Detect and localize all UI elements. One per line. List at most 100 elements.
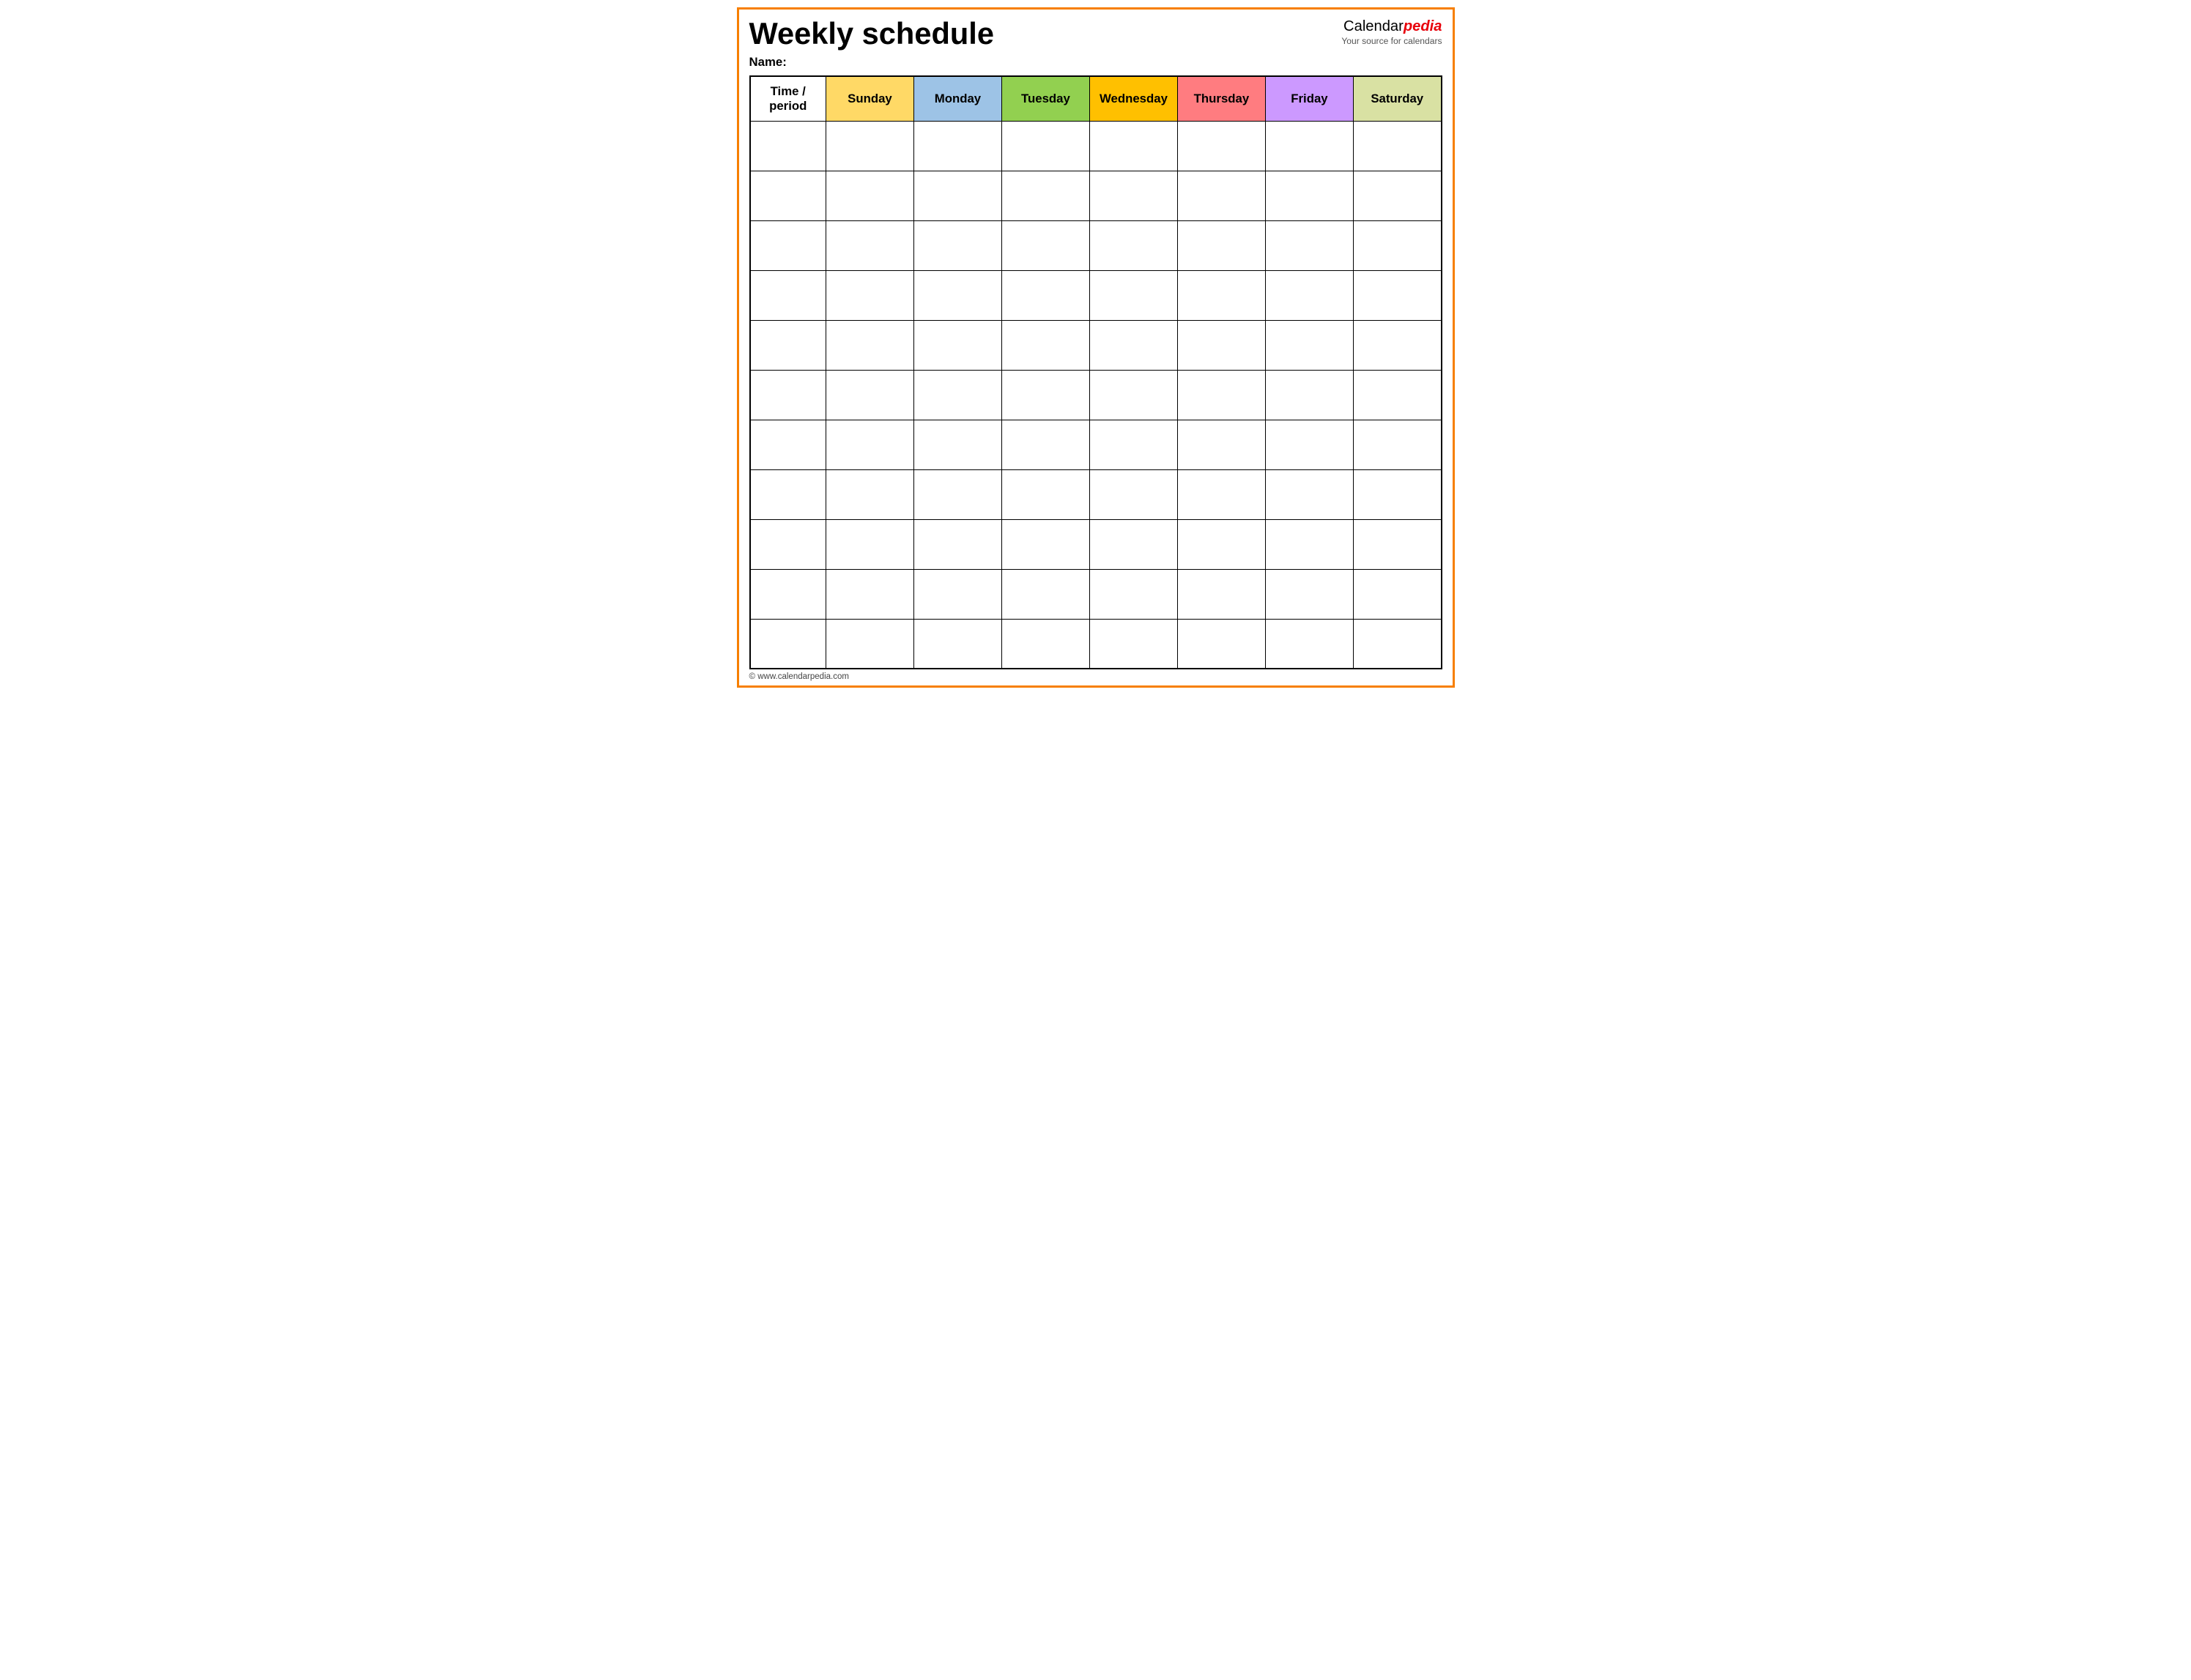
- table-cell[interactable]: [1177, 420, 1265, 469]
- table-cell[interactable]: [913, 519, 1001, 569]
- table-cell[interactable]: [1265, 171, 1353, 220]
- table-cell[interactable]: [1001, 619, 1089, 669]
- table-cell[interactable]: [1353, 619, 1441, 669]
- table-cell[interactable]: [1265, 370, 1353, 420]
- table-cell[interactable]: [1353, 320, 1441, 370]
- table-cell[interactable]: [1001, 569, 1089, 619]
- table-cell[interactable]: [826, 420, 913, 469]
- table-cell[interactable]: [1001, 320, 1089, 370]
- page-title: Weekly schedule: [749, 17, 994, 51]
- table-cell[interactable]: [1265, 220, 1353, 270]
- col-header-time: Time / period: [750, 76, 826, 122]
- table-cell[interactable]: [1177, 121, 1265, 171]
- table-cell[interactable]: [826, 370, 913, 420]
- footer-url: © www.calendarpedia.com: [749, 672, 1442, 681]
- table-cell[interactable]: [1353, 121, 1441, 171]
- table-cell[interactable]: [750, 370, 826, 420]
- table-cell[interactable]: [913, 171, 1001, 220]
- table-cell[interactable]: [826, 569, 913, 619]
- table-cell[interactable]: [1089, 370, 1177, 420]
- table-cell[interactable]: [750, 469, 826, 519]
- table-row: [750, 420, 1442, 469]
- table-cell[interactable]: [1265, 519, 1353, 569]
- table-cell[interactable]: [1089, 320, 1177, 370]
- table-cell[interactable]: [1089, 469, 1177, 519]
- table-cell[interactable]: [1353, 270, 1441, 320]
- table-cell[interactable]: [913, 220, 1001, 270]
- table-cell[interactable]: [826, 220, 913, 270]
- table-cell[interactable]: [913, 569, 1001, 619]
- brand-pedia-text: pedia: [1404, 18, 1442, 34]
- table-cell[interactable]: [1089, 569, 1177, 619]
- table-cell[interactable]: [1177, 569, 1265, 619]
- table-cell[interactable]: [750, 220, 826, 270]
- table-cell[interactable]: [826, 121, 913, 171]
- table-cell[interactable]: [1089, 220, 1177, 270]
- table-cell[interactable]: [750, 519, 826, 569]
- table-cell[interactable]: [1089, 619, 1177, 669]
- table-cell[interactable]: [1089, 420, 1177, 469]
- table-cell[interactable]: [1001, 220, 1089, 270]
- table-cell[interactable]: [1001, 171, 1089, 220]
- table-cell[interactable]: [1001, 469, 1089, 519]
- table-cell[interactable]: [750, 270, 826, 320]
- table-row: [750, 121, 1442, 171]
- table-cell[interactable]: [1177, 519, 1265, 569]
- table-cell[interactable]: [826, 619, 913, 669]
- table-cell[interactable]: [1353, 519, 1441, 569]
- table-cell[interactable]: [1089, 519, 1177, 569]
- table-cell[interactable]: [1265, 320, 1353, 370]
- table-cell[interactable]: [1001, 270, 1089, 320]
- table-cell[interactable]: [1353, 569, 1441, 619]
- table-cell[interactable]: [1001, 420, 1089, 469]
- page-wrapper: Weekly schedule Calendarpedia Your sourc…: [737, 7, 1455, 688]
- table-cell[interactable]: [1177, 469, 1265, 519]
- table-cell[interactable]: [1177, 220, 1265, 270]
- table-cell[interactable]: [1265, 569, 1353, 619]
- table-row: [750, 619, 1442, 669]
- table-cell[interactable]: [750, 320, 826, 370]
- table-cell[interactable]: [1089, 270, 1177, 320]
- table-cell[interactable]: [1089, 171, 1177, 220]
- table-cell[interactable]: [913, 121, 1001, 171]
- table-cell[interactable]: [1265, 469, 1353, 519]
- table-cell[interactable]: [1177, 320, 1265, 370]
- table-cell[interactable]: [1177, 270, 1265, 320]
- name-label: Name:: [749, 55, 1442, 70]
- table-cell[interactable]: [913, 370, 1001, 420]
- table-cell[interactable]: [1265, 121, 1353, 171]
- table-cell[interactable]: [826, 469, 913, 519]
- table-cell[interactable]: [913, 320, 1001, 370]
- table-cell[interactable]: [1177, 370, 1265, 420]
- brand-tagline: Your source for calendars: [1341, 36, 1442, 48]
- table-cell[interactable]: [1265, 619, 1353, 669]
- table-cell[interactable]: [913, 270, 1001, 320]
- table-cell[interactable]: [1089, 121, 1177, 171]
- table-cell[interactable]: [1177, 171, 1265, 220]
- table-cell[interactable]: [826, 171, 913, 220]
- table-cell[interactable]: [750, 569, 826, 619]
- table-cell[interactable]: [1353, 370, 1441, 420]
- table-cell[interactable]: [1001, 519, 1089, 569]
- table-cell[interactable]: [826, 320, 913, 370]
- table-cell[interactable]: [826, 270, 913, 320]
- table-cell[interactable]: [1001, 370, 1089, 420]
- table-cell[interactable]: [1353, 220, 1441, 270]
- table-row: [750, 171, 1442, 220]
- table-cell[interactable]: [826, 519, 913, 569]
- table-cell[interactable]: [1353, 171, 1441, 220]
- table-cell[interactable]: [1177, 619, 1265, 669]
- table-cell[interactable]: [913, 420, 1001, 469]
- table-cell[interactable]: [1265, 420, 1353, 469]
- table-cell[interactable]: [1001, 121, 1089, 171]
- table-cell[interactable]: [750, 420, 826, 469]
- table-cell[interactable]: [1265, 270, 1353, 320]
- table-cell[interactable]: [750, 121, 826, 171]
- table-cell[interactable]: [913, 619, 1001, 669]
- table-cell[interactable]: [750, 619, 826, 669]
- table-row: [750, 270, 1442, 320]
- table-cell[interactable]: [750, 171, 826, 220]
- table-cell[interactable]: [1353, 420, 1441, 469]
- table-cell[interactable]: [1353, 469, 1441, 519]
- table-cell[interactable]: [913, 469, 1001, 519]
